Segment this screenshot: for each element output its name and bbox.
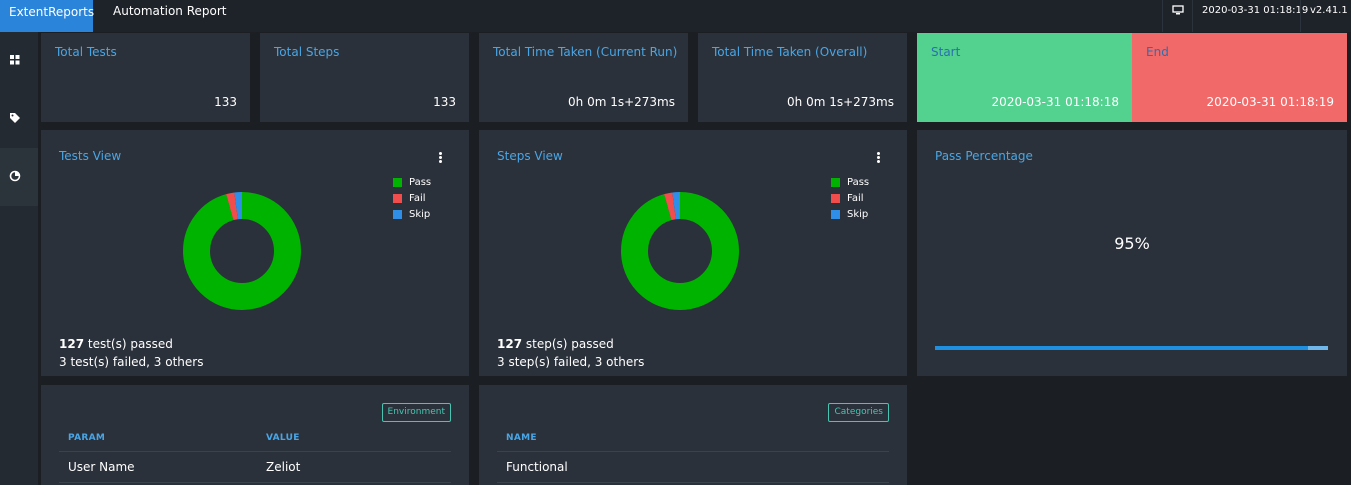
legend-item-fail[interactable]: Fail (831, 193, 869, 209)
pass-swatch (393, 178, 402, 187)
brand-logo[interactable]: ExtentReports (0, 0, 94, 32)
fail-swatch (831, 194, 840, 203)
environment-button[interactable]: Environment (381, 403, 451, 422)
pass-swatch (831, 178, 840, 187)
report-title: Automation Report (113, 4, 227, 18)
tag-icon (10, 113, 20, 123)
tests-view-panel: Tests View Pass Fail Skip 127 test(s) pa… (41, 130, 469, 376)
kpi-value: 0h 0m 1s+273ms (787, 95, 894, 109)
more-options-icon[interactable] (439, 152, 442, 163)
steps-view-panel: Steps View Pass Fail Skip 127 step(s) pa… (479, 130, 907, 376)
kpi-title: Total Time Taken (Overall) (712, 45, 868, 59)
analytics-icon (9, 170, 21, 182)
more-options-icon[interactable] (877, 152, 880, 163)
kpi-card-time-current-run: Total Time Taken (Current Run) 0h 0m 1s+… (479, 33, 688, 122)
fail-swatch (393, 194, 402, 203)
kpi-value: 133 (433, 95, 456, 109)
column-header-name: NAME (506, 433, 537, 443)
kpi-value: 133 (214, 95, 237, 109)
steps-donut-chart (621, 192, 739, 310)
divider (1300, 0, 1301, 32)
version-label: v2.41.1 (1310, 5, 1348, 16)
kpi-title: Start (931, 45, 961, 59)
skip-swatch (831, 210, 840, 219)
tests-donut-chart (183, 192, 301, 310)
report-datetime: 2020-03-31 01:18:19 (1202, 5, 1309, 16)
divider (1192, 0, 1193, 32)
categories-panel: Categories NAME Functional (479, 385, 907, 485)
tests-summary: 127 test(s) passed 3 test(s) failed, 3 o… (59, 335, 203, 371)
environment-panel: Environment PARAM VALUE User Name Zeliot (41, 385, 469, 485)
donut-slice-pass[interactable] (621, 192, 739, 310)
legend-item-skip[interactable]: Skip (393, 209, 431, 225)
pass-percentage-panel: Pass Percentage 95% (917, 130, 1347, 376)
env-value-cell: Zeliot (266, 460, 301, 474)
divider (497, 482, 889, 483)
kpi-value: 0h 0m 1s+273ms (568, 95, 675, 109)
others-text: 3 step(s) failed, 3 others (497, 355, 645, 369)
legend-item-pass[interactable]: Pass (831, 177, 869, 193)
kpi-title: End (1146, 45, 1169, 59)
others-text: 3 test(s) failed, 3 others (59, 355, 204, 369)
chart-legend: Pass Fail Skip (393, 177, 431, 225)
divider (59, 482, 451, 483)
top-bar: ExtentReports Automation Report 2020-03-… (0, 0, 1351, 32)
legend-item-pass[interactable]: Pass (393, 177, 431, 193)
sidebar-item-analytics[interactable] (0, 148, 38, 206)
kpi-title: Total Steps (274, 45, 340, 59)
donut-slice-pass[interactable] (183, 192, 301, 310)
category-name-cell: Functional (506, 460, 568, 474)
passed-count: 127 (497, 337, 523, 351)
steps-summary: 127 step(s) passed 3 step(s) failed, 3 o… (497, 335, 644, 371)
panel-title: Pass Percentage (935, 149, 1033, 163)
pass-percentage-value: 95% (1114, 234, 1150, 253)
divider (497, 451, 889, 452)
column-header-param: PARAM (68, 433, 106, 443)
divider (1162, 0, 1163, 32)
kpi-card-time-overall: Total Time Taken (Overall) 0h 0m 1s+273m… (698, 33, 907, 122)
kpi-card-start: Start 2020-03-31 01:18:18 (917, 33, 1132, 122)
legend-item-fail[interactable]: Fail (393, 193, 431, 209)
kpi-value: 2020-03-31 01:18:18 (991, 95, 1119, 109)
sidebar (0, 32, 38, 485)
categories-button[interactable]: Categories (828, 403, 889, 422)
kpi-card-total-tests: Total Tests 133 (41, 33, 250, 122)
passed-text: test(s) passed (84, 337, 173, 351)
chart-legend: Pass Fail Skip (831, 177, 869, 225)
panel-title: Steps View (497, 149, 563, 163)
skip-swatch (393, 210, 402, 219)
pass-progress-bar (935, 346, 1328, 350)
dashboard-icon (10, 55, 20, 65)
kpi-card-total-steps: Total Steps 133 (260, 33, 469, 122)
column-header-value: VALUE (266, 433, 300, 443)
pass-progress-fill (935, 346, 1309, 350)
kpi-card-end: End 2020-03-31 01:18:19 (1132, 33, 1347, 122)
panel-title: Tests View (59, 149, 122, 163)
kpi-value: 2020-03-31 01:18:19 (1206, 95, 1334, 109)
sidebar-item-tags[interactable] (0, 90, 38, 148)
sidebar-item-dashboard[interactable] (0, 32, 38, 90)
divider (59, 451, 451, 452)
passed-count: 127 (59, 337, 85, 351)
monitor-icon (1172, 5, 1184, 15)
passed-text: step(s) passed (522, 337, 614, 351)
env-param-cell: User Name (68, 460, 135, 474)
kpi-title: Total Tests (55, 45, 117, 59)
legend-item-skip[interactable]: Skip (831, 209, 869, 225)
kpi-title: Total Time Taken (Current Run) (493, 45, 678, 59)
